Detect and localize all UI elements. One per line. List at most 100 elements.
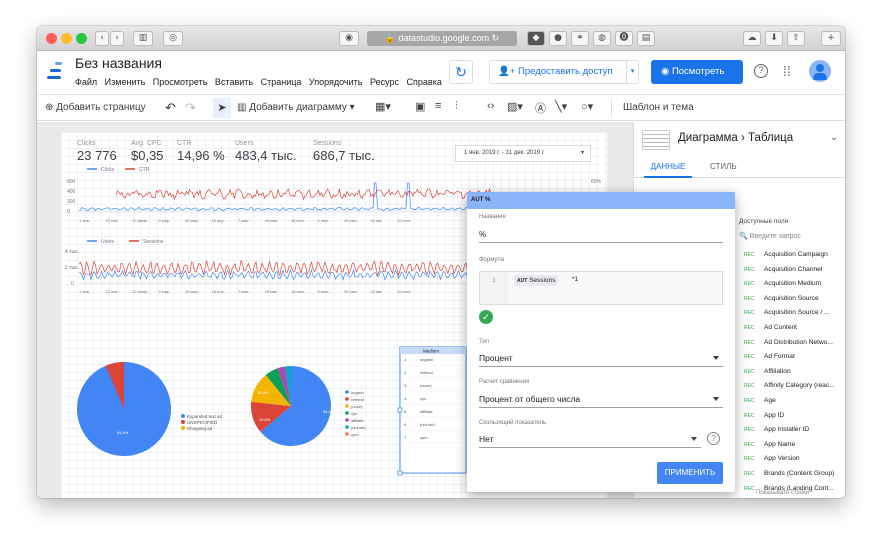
- tab-style[interactable]: СТИЛЬ: [710, 162, 737, 171]
- back-icon[interactable]: ‹: [95, 31, 109, 46]
- address-bar[interactable]: 🔒 datastudio.google.com ↻: [367, 31, 517, 46]
- close-dot-icon[interactable]: [46, 33, 57, 44]
- link-icon[interactable]: ⚭: [571, 31, 589, 46]
- extension-icon[interactable]: ◎: [163, 31, 183, 46]
- shape-icon[interactable]: ○▾: [581, 100, 593, 113]
- line-icon[interactable]: ╲▾: [555, 100, 567, 113]
- menu-view[interactable]: Просмотреть: [153, 77, 208, 87]
- menu-resource[interactable]: Ресурс: [370, 77, 399, 87]
- name-input[interactable]: %: [479, 230, 486, 239]
- tab-data[interactable]: ДАННЫЕ: [644, 162, 692, 178]
- data-control-icon[interactable]: ⫶: [455, 100, 458, 113]
- field-item[interactable]: REC App Version: [734, 452, 845, 467]
- panel-tabs: ДАННЫЕ СТИЛЬ: [634, 156, 845, 178]
- formula-field-chip[interactable]: AUT Sessions: [514, 275, 559, 286]
- report-title[interactable]: Без названия: [75, 55, 162, 71]
- image-icon[interactable]: ▨▾: [507, 100, 523, 113]
- formula-editor[interactable]: 1 AUT Sessions *1: [479, 271, 723, 305]
- embed-icon[interactable]: ‹›: [487, 100, 494, 112]
- vpn-icon[interactable]: ◍: [593, 31, 611, 46]
- help-icon[interactable]: ?: [754, 64, 768, 78]
- share-dropdown-icon[interactable]: ▾: [626, 61, 638, 83]
- text-icon[interactable]: Ⓐ: [535, 100, 546, 116]
- menu-arrange[interactable]: Упорядочить: [309, 77, 363, 87]
- name-label: Название: [479, 214, 506, 220]
- select-cursor-icon[interactable]: ➤: [213, 98, 231, 118]
- collapse-panel-icon[interactable]: ⌄: [830, 132, 838, 143]
- x-tick: 5 мар.: [159, 218, 171, 223]
- menu-edit[interactable]: Изменить: [105, 77, 146, 87]
- field-item[interactable]: REC App Name: [734, 438, 845, 453]
- shield-icon[interactable]: ●: [549, 31, 567, 46]
- field-item[interactable]: REC Acquisition Medium: [734, 277, 845, 292]
- forward-icon[interactable]: ›: [110, 31, 124, 46]
- formula-label: Формула: [479, 257, 505, 263]
- filter-icon[interactable]: ≡: [435, 100, 441, 112]
- add-page-button[interactable]: ⊕ Добавить страницу: [45, 102, 146, 113]
- download-icon[interactable]: ⬇: [765, 31, 783, 46]
- undo-icon[interactable]: ↶: [165, 100, 176, 116]
- controls-icon[interactable]: ▦▾: [375, 100, 391, 113]
- field-item[interactable]: REC Ad Distribution Netwo...: [734, 336, 845, 351]
- pocket-icon[interactable]: ◆: [527, 31, 545, 46]
- field-item[interactable]: REC Acquisition Source / ...: [734, 306, 845, 321]
- x-tick: 10 сент.: [397, 289, 412, 294]
- cloud-icon[interactable]: ☁: [743, 31, 761, 46]
- y-tick: 0: [67, 209, 70, 215]
- avatar[interactable]: [809, 60, 831, 82]
- field-type-tag: REC: [744, 368, 755, 375]
- pie2-label: 54,0%: [323, 409, 335, 414]
- y-tick: 4 тыс.: [65, 249, 79, 255]
- name-underline: [479, 242, 723, 243]
- zoom-dot-icon[interactable]: [76, 33, 87, 44]
- comparison-dropdown[interactable]: Процент от общего числа: [479, 390, 723, 408]
- field-item[interactable]: REC App ID: [734, 409, 845, 424]
- redo-icon[interactable]: ↷: [185, 100, 196, 116]
- add-chart-button[interactable]: ▥ Добавить диаграмму ▾: [237, 102, 355, 113]
- field-item[interactable]: REC Affiliation: [734, 365, 845, 380]
- field-label: Age: [764, 397, 776, 404]
- field-type-tag: REC: [744, 310, 755, 317]
- field-label: App Installer ID: [764, 426, 810, 434]
- pinterest-icon[interactable]: ⓿: [615, 31, 633, 46]
- apply-button[interactable]: ПРИМЕНИТЬ: [657, 462, 723, 484]
- running-calc-dropdown[interactable]: Нет: [479, 430, 701, 448]
- add-page-label: Добавить страницу: [56, 102, 146, 113]
- menu-insert[interactable]: Вставить: [215, 77, 253, 87]
- field-item[interactable]: REC Acquisition Source: [734, 292, 845, 307]
- add-circle-icon: ⊕: [45, 102, 57, 113]
- y-tick-right: 60%: [591, 179, 602, 185]
- sidebar-icon[interactable]: ▥: [133, 31, 153, 46]
- menu-file[interactable]: Файл: [75, 77, 97, 87]
- apps-grid-icon[interactable]: ⁞⁞: [783, 63, 791, 79]
- field-item[interactable]: REC Ad Format: [734, 350, 845, 365]
- minimize-dot-icon[interactable]: [61, 33, 72, 44]
- editor-toolbar: ⊕ Добавить страницу ↶ ↷ ➤ ▥ Добавить диа…: [37, 94, 845, 121]
- x-axis-ticks-1: 1 янв. 22 янв. 12 февр. 5 мар. 26 мар. 16 апр…: [79, 218, 412, 223]
- field-item[interactable]: REC App Installer ID: [734, 423, 845, 438]
- share-icon[interactable]: ⇧: [787, 31, 805, 46]
- field-item[interactable]: REC Age: [734, 394, 845, 409]
- field-item[interactable]: REC Acquisition Channel: [734, 263, 845, 278]
- refresh-data-icon[interactable]: ↻: [449, 60, 473, 84]
- pie2-legend-dot: [345, 418, 349, 422]
- formula-rest: *1: [572, 276, 579, 283]
- x-tick: 30 июл.: [344, 218, 358, 223]
- field-item[interactable]: REC Brands (Content Group): [734, 467, 845, 482]
- type-dropdown[interactable]: Процент: [479, 349, 723, 367]
- theme-button[interactable]: Шаблон и тема: [623, 102, 694, 113]
- field-item[interactable]: REC Acquisition Campaign: [734, 248, 845, 263]
- menu-help[interactable]: Справка: [407, 77, 442, 87]
- date-range-icon[interactable]: ▣: [415, 100, 425, 113]
- new-tab-icon[interactable]: +: [821, 31, 841, 46]
- search-icon: 🔍: [739, 233, 750, 240]
- field-item[interactable]: REC Affinity Category (reac...: [734, 379, 845, 394]
- share-button[interactable]: 👤+ Предоставить доступ ▾: [489, 60, 639, 84]
- field-search-input[interactable]: 🔍 Введите запрос: [739, 232, 845, 246]
- menu-page[interactable]: Страница: [261, 77, 302, 87]
- field-item[interactable]: REC Ad Content: [734, 321, 845, 336]
- help-icon[interactable]: ?: [707, 432, 720, 445]
- view-button[interactable]: ◉ Посмотреть: [651, 60, 743, 84]
- trash-icon[interactable]: ▤: [637, 31, 655, 46]
- privacy-icon[interactable]: ◉: [339, 31, 359, 46]
